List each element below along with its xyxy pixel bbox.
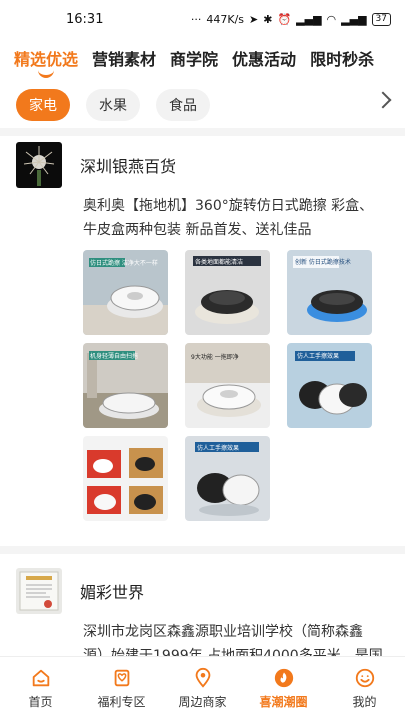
home-icon (32, 669, 49, 687)
active-tab-indicator (38, 70, 54, 78)
tab-marketing[interactable]: 营销素材 (92, 46, 156, 70)
status-time: 16:31 (66, 11, 104, 27)
nav-label: 周边商家 (178, 695, 227, 709)
post-image-grid: 仿日式跪擦 洁净大不一样 各类地面都能清洁 创新 仿日式跪擦技术 机身轻薄自由扫… (83, 250, 373, 521)
nav-label: 首页 (28, 695, 53, 709)
product-image[interactable]: 创新 仿日式跪擦技术 (287, 250, 372, 335)
tab-flash-sale[interactable]: 限时秒杀 (310, 46, 374, 70)
product-image[interactable]: 仿人工手擦效果 (185, 436, 270, 521)
tab-promotions[interactable]: 优惠活动 (232, 46, 296, 70)
gift-icon (114, 669, 129, 687)
location-icon (195, 667, 210, 688)
thumb-caption: 9大功能 一拖即净 (191, 353, 239, 361)
nav-circle[interactable]: 喜潮潮圈 (249, 667, 319, 710)
nav-label: 我的 (352, 695, 377, 709)
signal-2-icon: ▂▄▆ (341, 12, 367, 26)
product-image[interactable]: 机身轻薄自由扫拖 (83, 343, 168, 428)
store-avatar[interactable] (16, 142, 62, 188)
battery-icon: 37 (371, 12, 391, 26)
bluetooth-icon: ✱ (263, 12, 273, 26)
thumb-caption: 各类地面都能清洁 (195, 258, 243, 266)
network-speed: 447K/s (206, 12, 245, 26)
store-avatar[interactable] (16, 568, 62, 614)
thumb-caption: 创新 仿日式跪擦技术 (295, 258, 351, 266)
divider (0, 128, 405, 136)
nav-home[interactable]: 首页 (6, 667, 76, 710)
nav-mine[interactable]: 我的 (330, 667, 400, 710)
chevron-right-icon[interactable] (374, 91, 392, 109)
status-icons: ··· 447K/s ➤ ✱ ⏰ ▂▄▆ ◠ ▂▄▆ 37 (190, 12, 391, 26)
top-tab-bar: 精选优选 营销素材 商学院 优惠活动 限时秒杀 (0, 38, 405, 78)
product-image[interactable]: 各类地面都能清洁 (185, 250, 270, 335)
tab-business-school[interactable]: 商学院 (170, 46, 218, 70)
tab-label: 限时秒杀 (310, 50, 375, 69)
flame-icon (274, 668, 293, 688)
tab-label: 营销素材 (92, 50, 157, 69)
divider (0, 546, 405, 554)
product-image[interactable]: 仿人工手擦效果 (287, 343, 372, 428)
status-dots: ··· (190, 12, 202, 26)
product-image[interactable]: 9大功能 一拖即净 (185, 343, 270, 428)
category-chip-food[interactable]: 食品 (156, 89, 210, 121)
smile-icon (355, 668, 374, 688)
tab-label: 优惠活动 (232, 50, 297, 69)
post-text: 深圳市龙岗区森鑫源职业培训学校（简称森鑫源）始建于1999年 占地面积4000多… (83, 624, 383, 656)
nav-nearby[interactable]: 周边商家 (168, 667, 238, 710)
wifi-icon: ◠ (326, 12, 337, 26)
store-name: 深圳银燕百货 (80, 157, 177, 176)
post-header[interactable]: 深圳银燕百货 (16, 142, 176, 188)
bottom-nav: 首页 福利专区 周边商家 喜潮潮圈 我的 (0, 656, 405, 720)
thumb-caption: 仿日式跪擦 洁净大不一样 (90, 259, 158, 267)
location-status-icon: ➤ (249, 12, 259, 26)
nav-label: 喜潮潮圈 (259, 695, 308, 709)
thumb-caption: 仿人工手擦效果 (297, 352, 339, 360)
post-header[interactable]: 媚彩世界 (16, 568, 144, 614)
signal-icon: ▂▄▆ (296, 12, 322, 26)
tab-label: 精选优选 (14, 50, 79, 69)
product-image[interactable] (83, 436, 168, 521)
nav-welfare[interactable]: 福利专区 (87, 667, 157, 710)
nav-label: 福利专区 (97, 695, 146, 709)
product-image[interactable]: 仿日式跪擦 洁净大不一样 (83, 250, 168, 335)
store-name: 媚彩世界 (80, 583, 145, 602)
tab-label: 商学院 (170, 50, 219, 69)
thumb-caption: 仿人工手擦效果 (197, 444, 239, 452)
category-row: 家电 水果 食品 (0, 86, 405, 124)
category-chip-appliances[interactable]: 家电 (16, 89, 70, 121)
thumb-caption: 机身轻薄自由扫拖 (90, 352, 138, 360)
alarm-icon: ⏰ (277, 12, 292, 26)
status-bar: 16:31 ··· 447K/s ➤ ✱ ⏰ ▂▄▆ ◠ ▂▄▆ 37 (0, 0, 405, 38)
tab-featured[interactable]: 精选优选 (14, 46, 79, 78)
post-text: 奥利奥【拖地机】360°旋转仿日式跪擦 彩盒、牛皮盒两种包装 新品首发、送礼佳品 (83, 198, 374, 238)
category-chip-fruit[interactable]: 水果 (86, 89, 140, 121)
